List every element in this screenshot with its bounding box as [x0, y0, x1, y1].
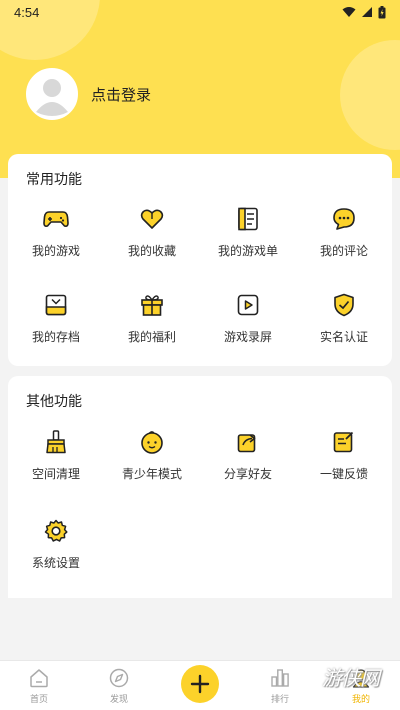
login-text[interactable]: 点击登录: [91, 84, 151, 105]
gift-icon: [139, 292, 165, 318]
youth-mode-button[interactable]: 青少年模式: [104, 429, 200, 482]
share-friends-button[interactable]: 分享好友: [200, 429, 296, 482]
nav-home[interactable]: 首页: [9, 667, 69, 705]
record-icon: [235, 292, 261, 318]
battery-icon: [378, 5, 386, 18]
feedback-button[interactable]: 一键反馈: [296, 429, 392, 482]
my-favorites-button[interactable]: 我的收藏: [104, 206, 200, 259]
real-name-auth-label: 实名认证: [319, 330, 368, 344]
space-cleanup-button[interactable]: 空间清理: [8, 429, 104, 482]
game-recording-label: 游戏录屏: [223, 330, 272, 344]
plus-icon: [190, 674, 210, 694]
add-button[interactable]: [181, 665, 219, 703]
heart-icon: [139, 206, 165, 232]
my-comments-label: 我的评论: [319, 244, 368, 258]
archive-icon: [43, 292, 69, 318]
nav-ranking[interactable]: 排行: [250, 667, 310, 705]
my-games-button[interactable]: 我的游戏: [8, 206, 104, 259]
comment-icon: [331, 206, 357, 232]
signal-icon: [362, 7, 372, 17]
compass-icon: [109, 667, 129, 689]
feedback-label: 一键反馈: [319, 467, 368, 481]
my-benefits-label: 我的福利: [127, 330, 176, 344]
feedback-icon: [331, 429, 357, 455]
share-icon: [235, 429, 261, 455]
youth-mode-label: 青少年模式: [121, 467, 182, 481]
other-functions-title: 其他功能: [26, 393, 82, 409]
nav-home-label: 首页: [29, 694, 48, 704]
real-name-auth-button[interactable]: 实名认证: [296, 292, 392, 345]
avatar[interactable]: [26, 68, 78, 120]
nav-ranking-label: 排行: [270, 694, 289, 704]
default-avatar-icon: [28, 70, 76, 118]
child-face-icon: [139, 429, 165, 455]
status-bar: 4:54: [0, 0, 400, 24]
home-icon: [29, 667, 49, 689]
nav-discover[interactable]: 发现: [89, 667, 149, 705]
status-icons: [342, 5, 386, 19]
other-functions-card: 其他功能 空间清理 青少年模式 分享好友 一键反馈 系统设置: [8, 376, 392, 598]
nav-discover-label: 发现: [109, 694, 128, 704]
system-settings-button[interactable]: 系统设置: [8, 518, 104, 571]
my-archive-button[interactable]: 我的存档: [8, 292, 104, 345]
my-games-label: 我的游戏: [31, 244, 80, 258]
system-settings-label: 系统设置: [31, 556, 80, 570]
bar-chart-icon: [270, 667, 290, 689]
my-comments-button[interactable]: 我的评论: [296, 206, 392, 259]
status-time: 4:54: [14, 4, 40, 20]
login-area[interactable]: 点击登录: [26, 68, 151, 120]
my-benefits-button[interactable]: 我的福利: [104, 292, 200, 345]
my-favorites-label: 我的收藏: [127, 244, 176, 258]
my-archive-label: 我的存档: [31, 330, 80, 344]
shield-check-icon: [331, 292, 357, 318]
space-cleanup-label: 空间清理: [31, 467, 80, 481]
share-friends-label: 分享好友: [223, 467, 272, 481]
gear-icon: [43, 518, 69, 544]
game-recording-button[interactable]: 游戏录屏: [200, 292, 296, 345]
nav-mine-label: 我的: [351, 694, 370, 704]
my-game-list-button[interactable]: 我的游戏单: [200, 206, 296, 259]
gamepad-icon: [43, 206, 69, 232]
broom-icon: [43, 429, 69, 455]
common-functions-title: 常用功能: [26, 171, 82, 187]
wifi-icon: [342, 7, 356, 17]
common-functions-card: 常用功能 我的游戏 我的收藏 我的游戏单 我的评论 我的存档 我的福利 游戏录屏…: [8, 154, 392, 366]
watermark-text: 游侠网: [322, 666, 380, 690]
my-game-list-label: 我的游戏单: [217, 244, 278, 258]
decor-bubble: [340, 40, 400, 150]
list-doc-icon: [235, 206, 261, 232]
